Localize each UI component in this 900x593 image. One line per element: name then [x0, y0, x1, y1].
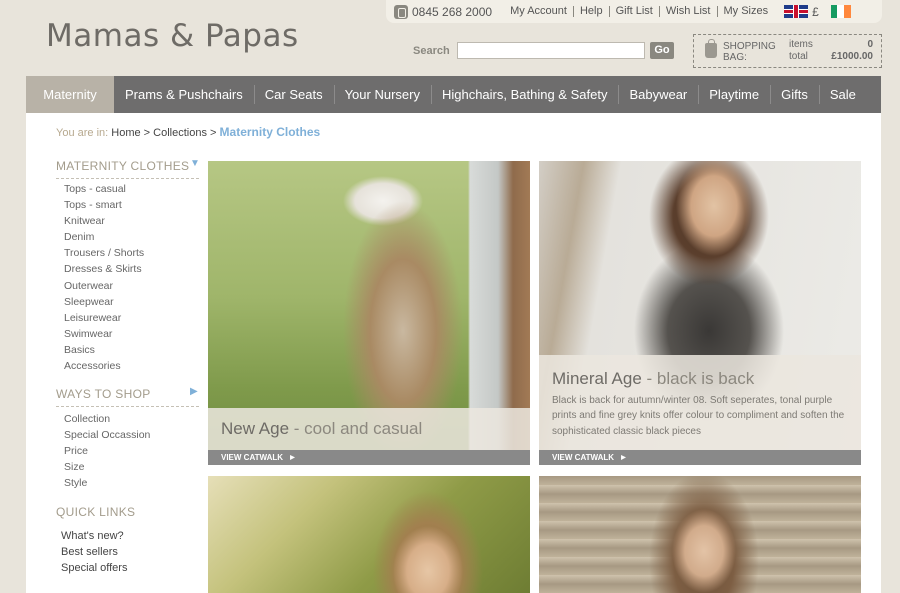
sidebar-item-sleepwear[interactable]: Sleepwear [64, 294, 144, 310]
gift-list-link[interactable]: Gift List [608, 6, 659, 17]
sidebar-item-denim[interactable]: Denim [64, 229, 144, 245]
my-sizes-link[interactable]: My Sizes [716, 6, 775, 17]
sidebar-heading-quick-links: QUICK LINKS [56, 505, 136, 519]
divider [56, 178, 199, 179]
brand-logo[interactable]: Mamas & Papas [46, 18, 299, 54]
main-nav: Maternity Prams & Pushchairs Car Seats Y… [26, 76, 881, 113]
breadcrumb-current: Maternity Clothes [219, 125, 321, 139]
sidebar-heading-maternity[interactable]: MATERNITY CLOTHES ▼ [56, 158, 200, 173]
sidebar-item-price[interactable]: Price [64, 443, 150, 459]
sidebar-item-swimwear[interactable]: Swimwear [64, 326, 144, 342]
quick-links-list: What's new? Best sellers Special offers [61, 528, 127, 576]
nav-gifts[interactable]: Gifts [770, 76, 819, 113]
phone-icon [394, 4, 408, 19]
nav-prams-pushchairs[interactable]: Prams & Pushchairs [114, 76, 254, 113]
collection-card-photo-3[interactable] [208, 476, 530, 593]
shopping-bag[interactable]: SHOPPING BAG: items total 0 £1000.00 [693, 34, 882, 68]
my-account-link[interactable]: My Account [504, 6, 573, 17]
wish-list-link[interactable]: Wish List [658, 6, 717, 17]
nav-your-nursery[interactable]: Your Nursery [333, 76, 431, 113]
ireland-flag-icon[interactable] [830, 5, 851, 18]
chevron-right-icon: ▶ [190, 386, 198, 397]
sidebar-item-knitwear[interactable]: Knitwear [64, 213, 144, 229]
card-title: Mineral Age - black is back [552, 369, 755, 388]
card-description: Black is back for autumn/winter 08. Soft… [552, 395, 845, 437]
shopping-bag-icon [705, 39, 717, 58]
sidebar-item-basics[interactable]: Basics [64, 342, 144, 358]
phone-number: 0845 268 2000 [412, 4, 493, 19]
play-arrow-icon: ▶ [290, 455, 295, 461]
model-photo [208, 476, 530, 593]
nav-highchairs[interactable]: Highchairs, Bathing & Safety [430, 76, 618, 113]
collection-card-new-age[interactable]: New Age - cool and casual VIEW CATWALK ▶ [208, 161, 530, 465]
sidebar-item-size[interactable]: Size [64, 459, 150, 475]
search-input[interactable] [457, 42, 645, 59]
nav-car-seats[interactable]: Car Seats [253, 76, 334, 113]
view-catwalk-link[interactable]: VIEW CATWALK ▶ [539, 450, 861, 465]
bag-items-count: 0 [867, 39, 873, 50]
search-label: Search [413, 45, 450, 57]
quick-link-special-offers[interactable]: Special offers [61, 560, 127, 576]
sidebar-item-style[interactable]: Style [64, 475, 150, 491]
sidebar-item-dresses[interactable]: Dresses & Skirts [64, 261, 144, 277]
nav-playtime[interactable]: Playtime [698, 76, 770, 113]
breadcrumb: You are in: Home > Collections > Materni… [56, 125, 321, 139]
collection-card-photo-4[interactable] [539, 476, 861, 593]
collection-card-mineral-age[interactable]: Mineral Age - black is back Black is bac… [539, 161, 861, 465]
card-title: New Age - cool and casual [221, 419, 423, 438]
sidebar-item-outerwear[interactable]: Outerwear [64, 278, 144, 294]
breadcrumb-home[interactable]: Home [111, 127, 140, 139]
ways-list: Collection Special Occassion Price Size … [64, 411, 150, 491]
model-photo [539, 476, 861, 593]
nav-babywear[interactable]: Babywear [618, 76, 698, 113]
help-link[interactable]: Help [572, 6, 609, 17]
sidebar-item-leisurewear[interactable]: Leisurewear [64, 310, 144, 326]
quick-link-whats-new[interactable]: What's new? [61, 528, 127, 544]
shopping-bag-label: SHOPPING BAG: [723, 41, 776, 63]
nav-sale[interactable]: Sale [818, 76, 867, 113]
uk-flag-icon[interactable] [784, 5, 809, 18]
utility-bar: 0845 268 2000 My Account Help Gift List … [386, 0, 882, 23]
search-go-button[interactable]: Go [650, 42, 674, 59]
currency-symbol[interactable]: £ [812, 5, 819, 19]
bag-values: 0 £1000.00 [831, 39, 873, 63]
divider [56, 406, 199, 407]
chevron-down-icon: ▼ [190, 158, 201, 169]
sidebar-item-tops-smart[interactable]: Tops - smart [64, 197, 144, 213]
sidebar-item-accessories[interactable]: Accessories [64, 358, 144, 374]
nav-maternity[interactable]: Maternity [26, 76, 114, 113]
breadcrumb-collections[interactable]: Collections [153, 127, 207, 139]
sidebar-item-collection[interactable]: Collection [64, 411, 150, 427]
sidebar-item-trousers[interactable]: Trousers / Shorts [64, 245, 144, 261]
maternity-list: Tops - casual Tops - smart Knitwear Deni… [64, 181, 144, 374]
quick-link-best-sellers[interactable]: Best sellers [61, 544, 127, 560]
bag-total: £1000.00 [831, 51, 873, 62]
sidebar-heading-ways[interactable]: WAYS TO SHOP ▶ [56, 386, 198, 401]
play-arrow-icon: ▶ [621, 455, 626, 461]
bag-labels: items total [789, 39, 813, 62]
sidebar-item-special-occasion[interactable]: Special Occassion [64, 427, 150, 443]
view-catwalk-link[interactable]: VIEW CATWALK ▶ [208, 450, 530, 465]
sidebar-item-tops-casual[interactable]: Tops - casual [64, 181, 144, 197]
